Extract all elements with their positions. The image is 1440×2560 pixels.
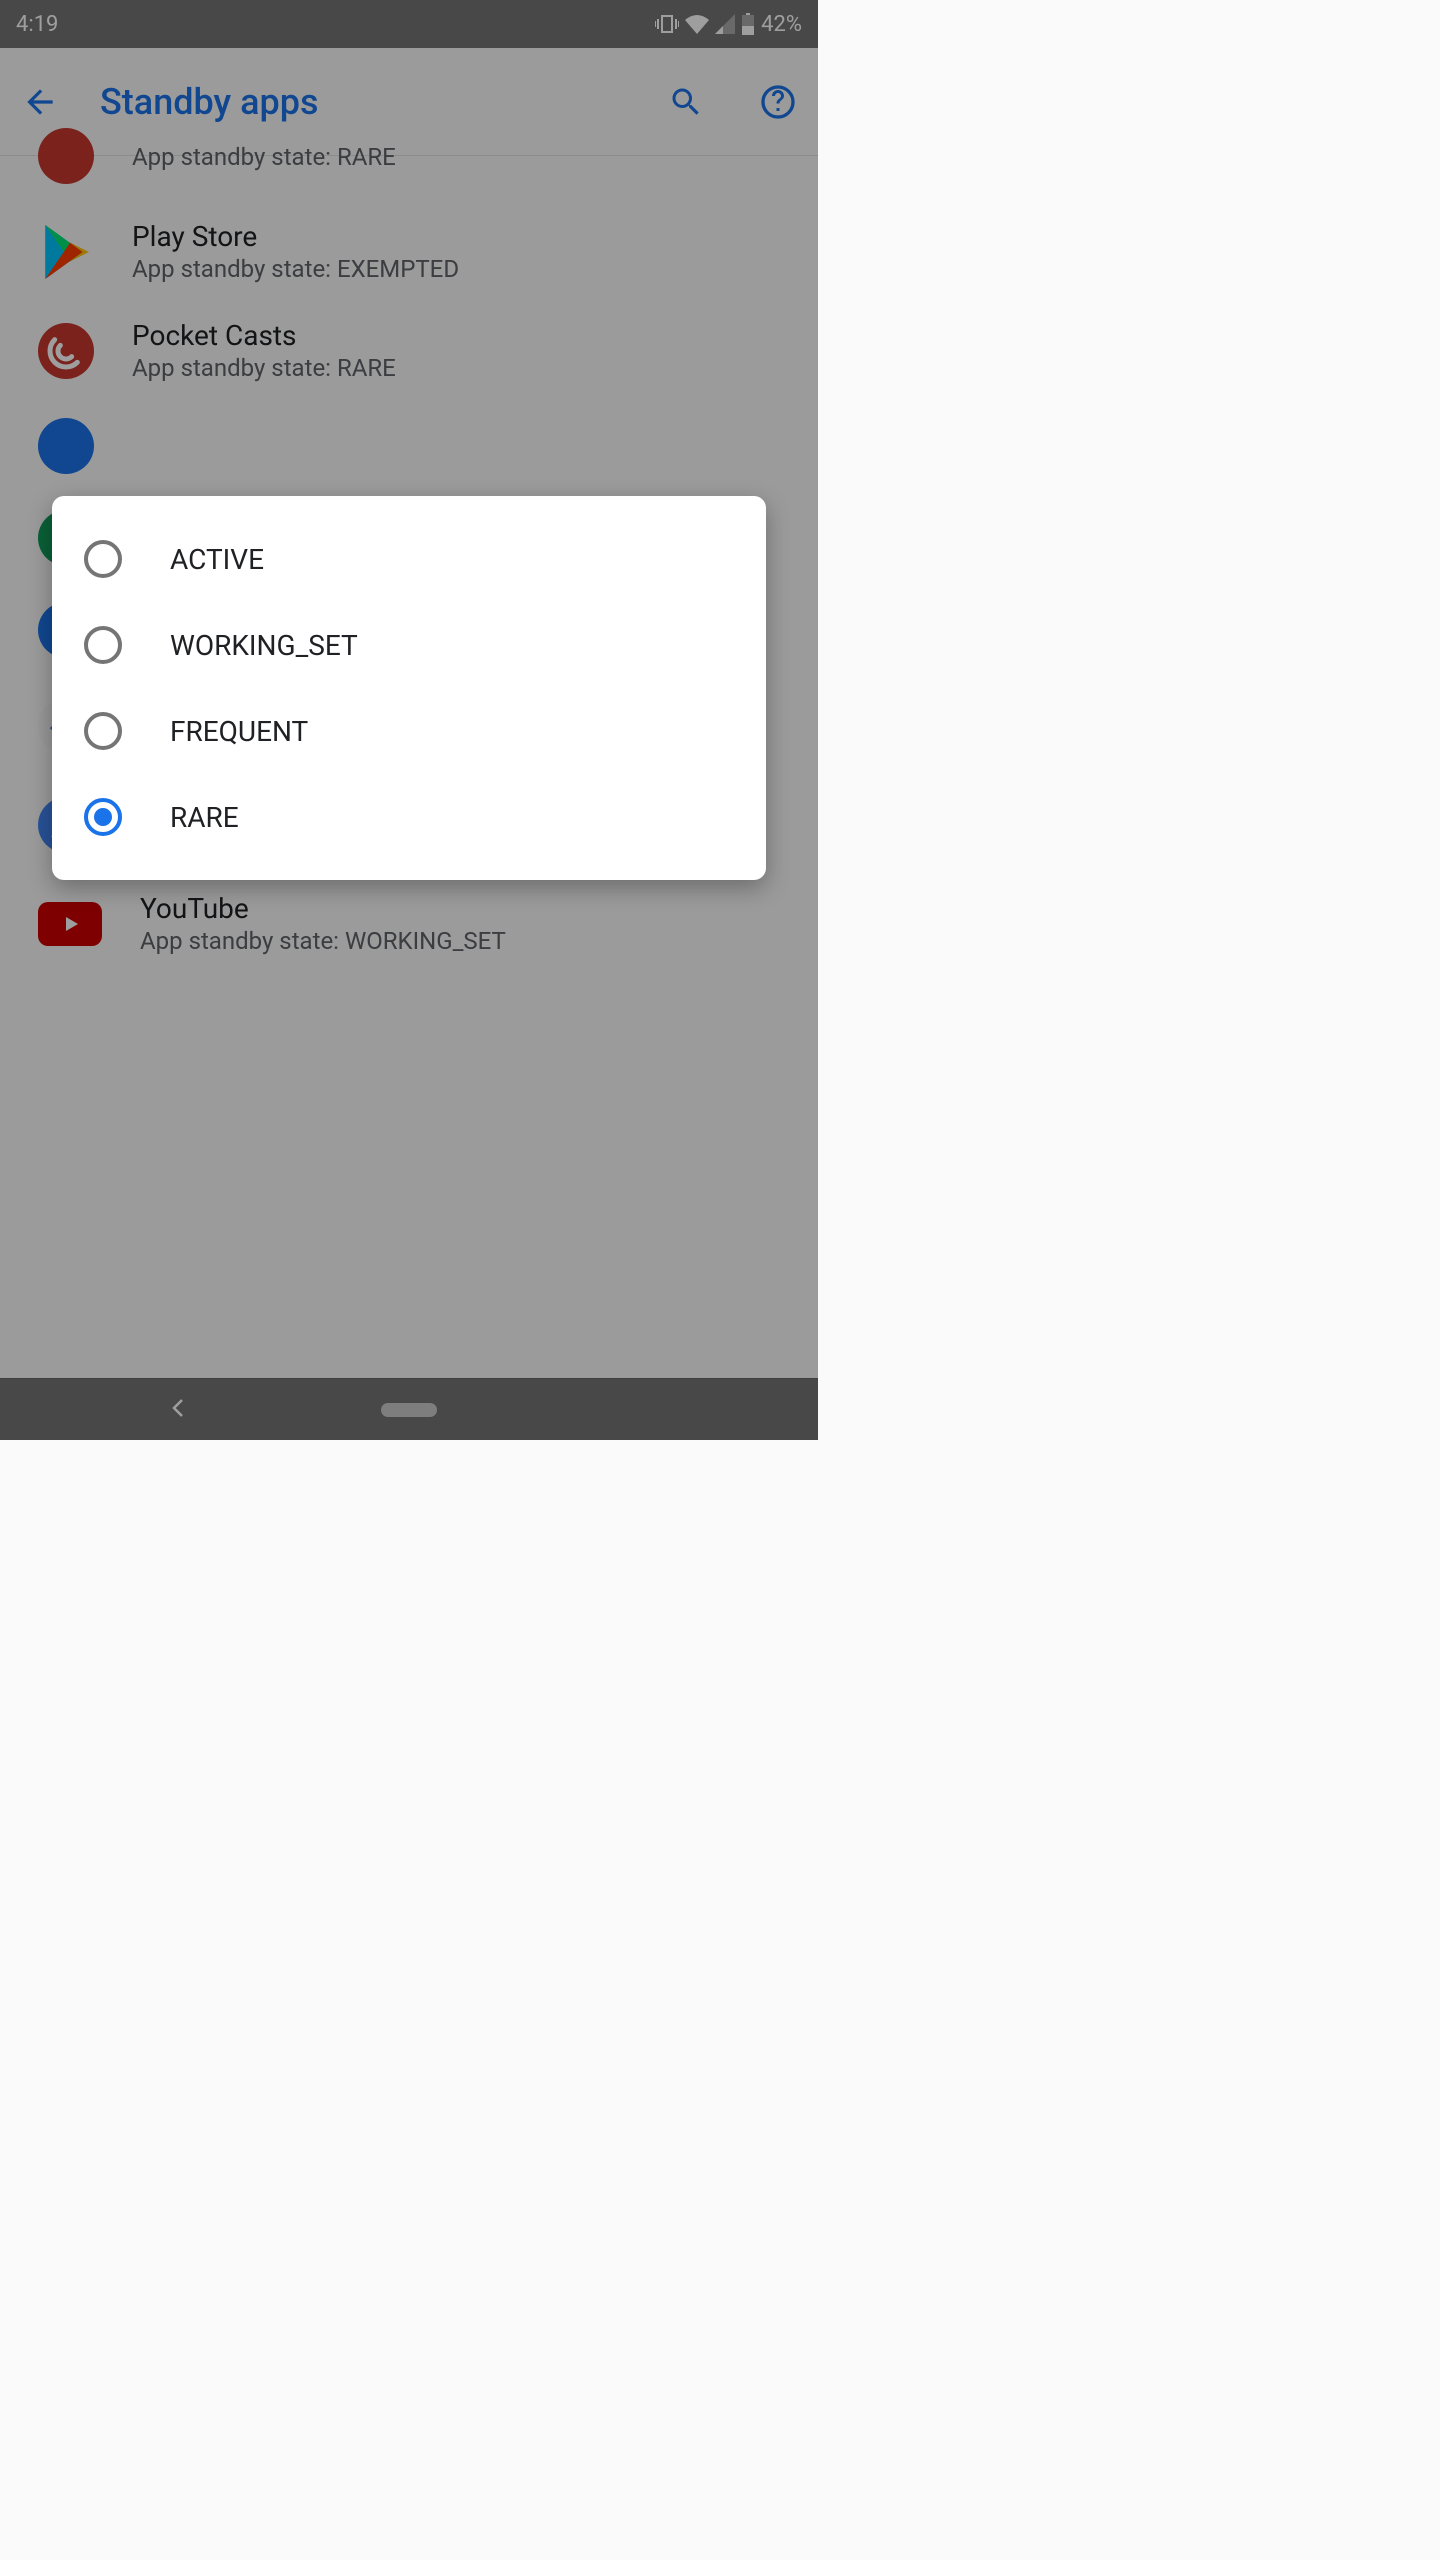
option-label: RARE (170, 801, 239, 834)
option-working-set[interactable]: WORKING_SET (52, 602, 766, 688)
option-rare[interactable]: RARE (52, 774, 766, 860)
option-label: WORKING_SET (170, 629, 358, 662)
radio-icon (84, 626, 122, 664)
option-label: FREQUENT (170, 715, 308, 748)
radio-icon (84, 540, 122, 578)
option-frequent[interactable]: FREQUENT (52, 688, 766, 774)
option-label: ACTIVE (170, 543, 264, 576)
radio-icon (84, 712, 122, 750)
radio-icon-selected (84, 798, 122, 836)
option-active[interactable]: ACTIVE (52, 516, 766, 602)
standby-state-dialog: ACTIVE WORKING_SET FREQUENT RARE (52, 496, 766, 880)
